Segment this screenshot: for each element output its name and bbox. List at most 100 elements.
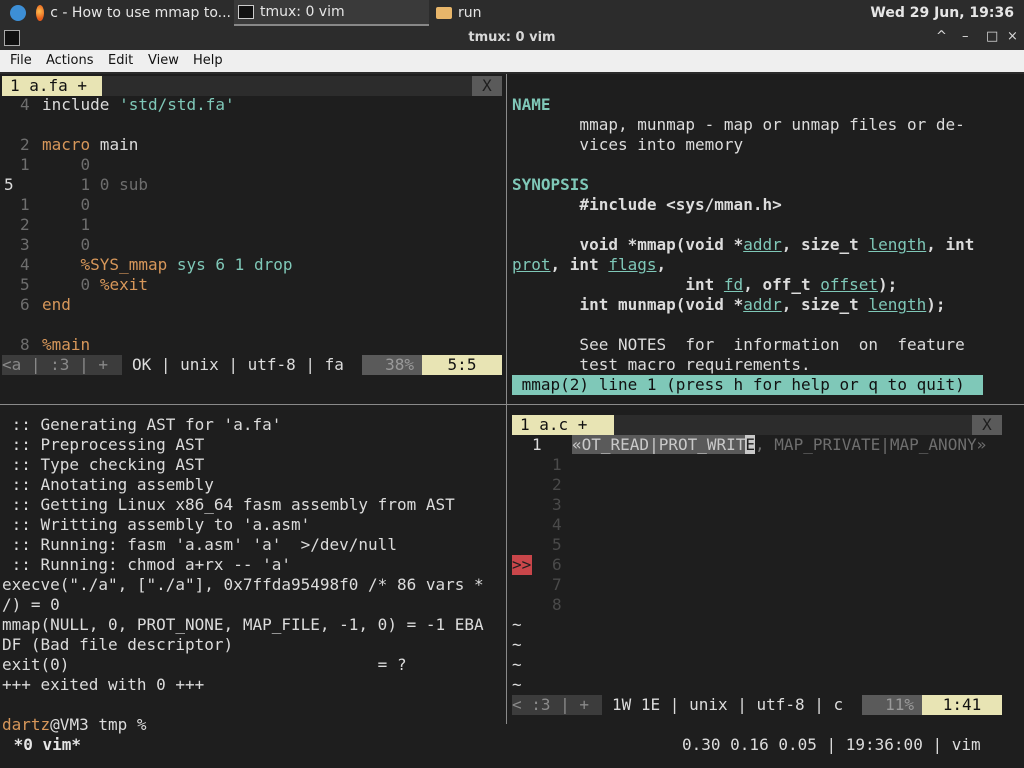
line-number: 8 [552,595,562,614]
firefox-icon [36,5,45,21]
vim-tab-close-button[interactable]: X [972,415,1002,435]
man-text: prot, int flags, [512,255,667,274]
line-number: 2 [20,215,30,234]
output-line: :: Preprocessing AST [2,435,205,454]
keep-above-button[interactable]: ^ [936,29,947,44]
folder-icon [436,7,452,19]
menubar: File Actions Edit View Help [0,50,1024,72]
vim-status-percent: 11% [862,695,922,715]
man-status-line: mmap(2) line 1 (press h for help or q to… [512,375,983,395]
output-line: +++ exited with 0 +++ [2,675,205,694]
output-line: :: Running: chmod a+rx -- 'a' [2,555,291,574]
taskbar-tab-label: run [458,5,482,21]
output-line: :: Anotating assembly [2,475,214,494]
taskbar: c - How to use mmap to... tmux: 0 vim ru… [0,0,1024,26]
menu-edit[interactable]: Edit [108,53,133,68]
output-line: :: Running: fasm 'a.asm' 'a' >/dev/null [2,535,397,554]
vim-tab-close-button[interactable]: X [472,76,502,96]
taskbar-tab-terminal[interactable]: tmux: 0 vim [234,0,429,26]
code-line: %SYS_mmap sys 6 1 drop [80,255,293,274]
line-number: 1 [20,195,30,214]
code-line-current: 1 0 sub [42,175,148,194]
vim-status-percent: 38% [362,355,422,375]
minimize-button[interactable]: – [962,29,969,44]
menu-actions[interactable]: Actions [46,53,94,68]
output-line: execve("./a", ["./a"], 0x7ffda95498f0 /*… [2,575,484,594]
vim-tab-afa[interactable]: 1 a.fa + [2,76,102,96]
tilde-line: ~ [512,675,522,694]
tilde-line: ~ [512,635,522,654]
line-number: 4 [20,255,30,274]
code-line: 0 [42,235,91,254]
pane-divider-vertical[interactable] [506,74,507,724]
menu-view[interactable]: View [148,53,179,68]
maximize-button[interactable]: □ [986,29,998,44]
error-sign[interactable]: >> [512,555,532,575]
vim-status-mode: < :3 | + [512,695,602,715]
tilde-line: ~ [512,615,522,634]
taskbar-tab-label: tmux: 0 vim [260,4,345,20]
man-text: See NOTES for information on feature [512,335,965,354]
line-number: 7 [552,575,562,594]
line-number: 2 [20,135,30,154]
line-number-current: 5 [4,175,14,194]
code-line: include 'std/std.fa' [42,95,235,114]
code-overflow: , MAP_PRIVATE|MAP_ANONY» [755,435,987,454]
shell-prompt[interactable]: dartz@VM3 tmp % [2,715,147,735]
line-number: 3 [20,235,30,254]
line-number: 5 [552,535,562,554]
prompt-host: @VM3 tmp % [50,715,147,734]
clock[interactable]: Wed 29 Jun, 19:36 [870,0,1014,26]
pane-divider-left[interactable] [0,404,506,405]
output-line: exit(0) = ? [2,655,407,674]
line-number: 5 [20,275,30,294]
tmux-window-list[interactable]: *0 vim* [4,735,81,755]
terminal-icon [238,5,254,19]
output-line: :: Type checking AST [2,455,205,474]
window-title: tmux: 0 vim [468,30,556,45]
man-text: int fd, off_t offset); [685,275,898,294]
terminal-area[interactable]: 1 a.fa + X 4 include 'std/std.fa' 2 macr… [0,74,1024,768]
tabline-fill [102,76,472,96]
output-line: /) = 0 [2,595,60,614]
tilde-line: ~ [512,655,522,674]
taskbar-tab-browser[interactable]: c - How to use mmap to... [36,0,231,26]
line-number: 6 [552,555,562,574]
taskbar-tab-label: c - How to use mmap to... [50,5,231,21]
selection: «OT_READ|PROT_WRIT [572,435,746,454]
pane-divider-right[interactable] [507,404,1024,405]
output-line: :: Writting assembly to 'a.asm' [2,515,311,534]
man-text: #include <sys/mman.h> [512,195,782,214]
window-titlebar: tmux: 0 vim ^ – □ × [0,26,1024,50]
vim-tab-ac[interactable]: 1 a.c + [512,415,614,435]
output-line: DF (Bad file descriptor) [2,635,234,654]
code-line: 0 [42,155,91,174]
code-line: macro main [42,135,139,154]
vim-status-mode: <a | :3 | + [2,355,122,375]
tmux-status-right: 0.30 0.16 0.05 | 19:36:00 | vim [682,735,981,754]
taskbar-tab-folder[interactable]: run [436,0,631,26]
cursor: E [745,435,756,454]
man-text: test macro requirements. [512,355,811,374]
man-text: mmap, munmap - map or unmap files or de- [512,115,965,134]
man-heading: NAME [512,95,551,114]
menu-help[interactable]: Help [193,53,223,68]
line-number: 6 [20,295,30,314]
man-text: int munmap(void *addr, size_t length); [579,295,946,314]
vim-status-position: 1:41 [922,695,1002,715]
man-heading: SYNOPSIS [512,175,590,194]
code-line: 1 [42,215,91,234]
output-line: :: Generating AST for 'a.fa' [2,415,282,434]
output-line: mmap(NULL, 0, PROT_NONE, MAP_FILE, -1, 0… [2,615,484,634]
line-number-current: 1 [532,435,542,454]
code-line: 0 %exit [80,275,148,294]
prompt-user: dartz [2,715,51,734]
close-button[interactable]: × [1007,29,1018,44]
line-number: 4 [552,515,562,534]
vim-status-info: OK | unix | utf-8 | fa [132,355,344,374]
line-number: 1 [20,155,30,174]
launcher-icon[interactable] [10,0,26,26]
man-text: vices into memory [512,135,744,154]
line-number: 2 [552,475,562,494]
menu-file[interactable]: File [10,53,32,68]
